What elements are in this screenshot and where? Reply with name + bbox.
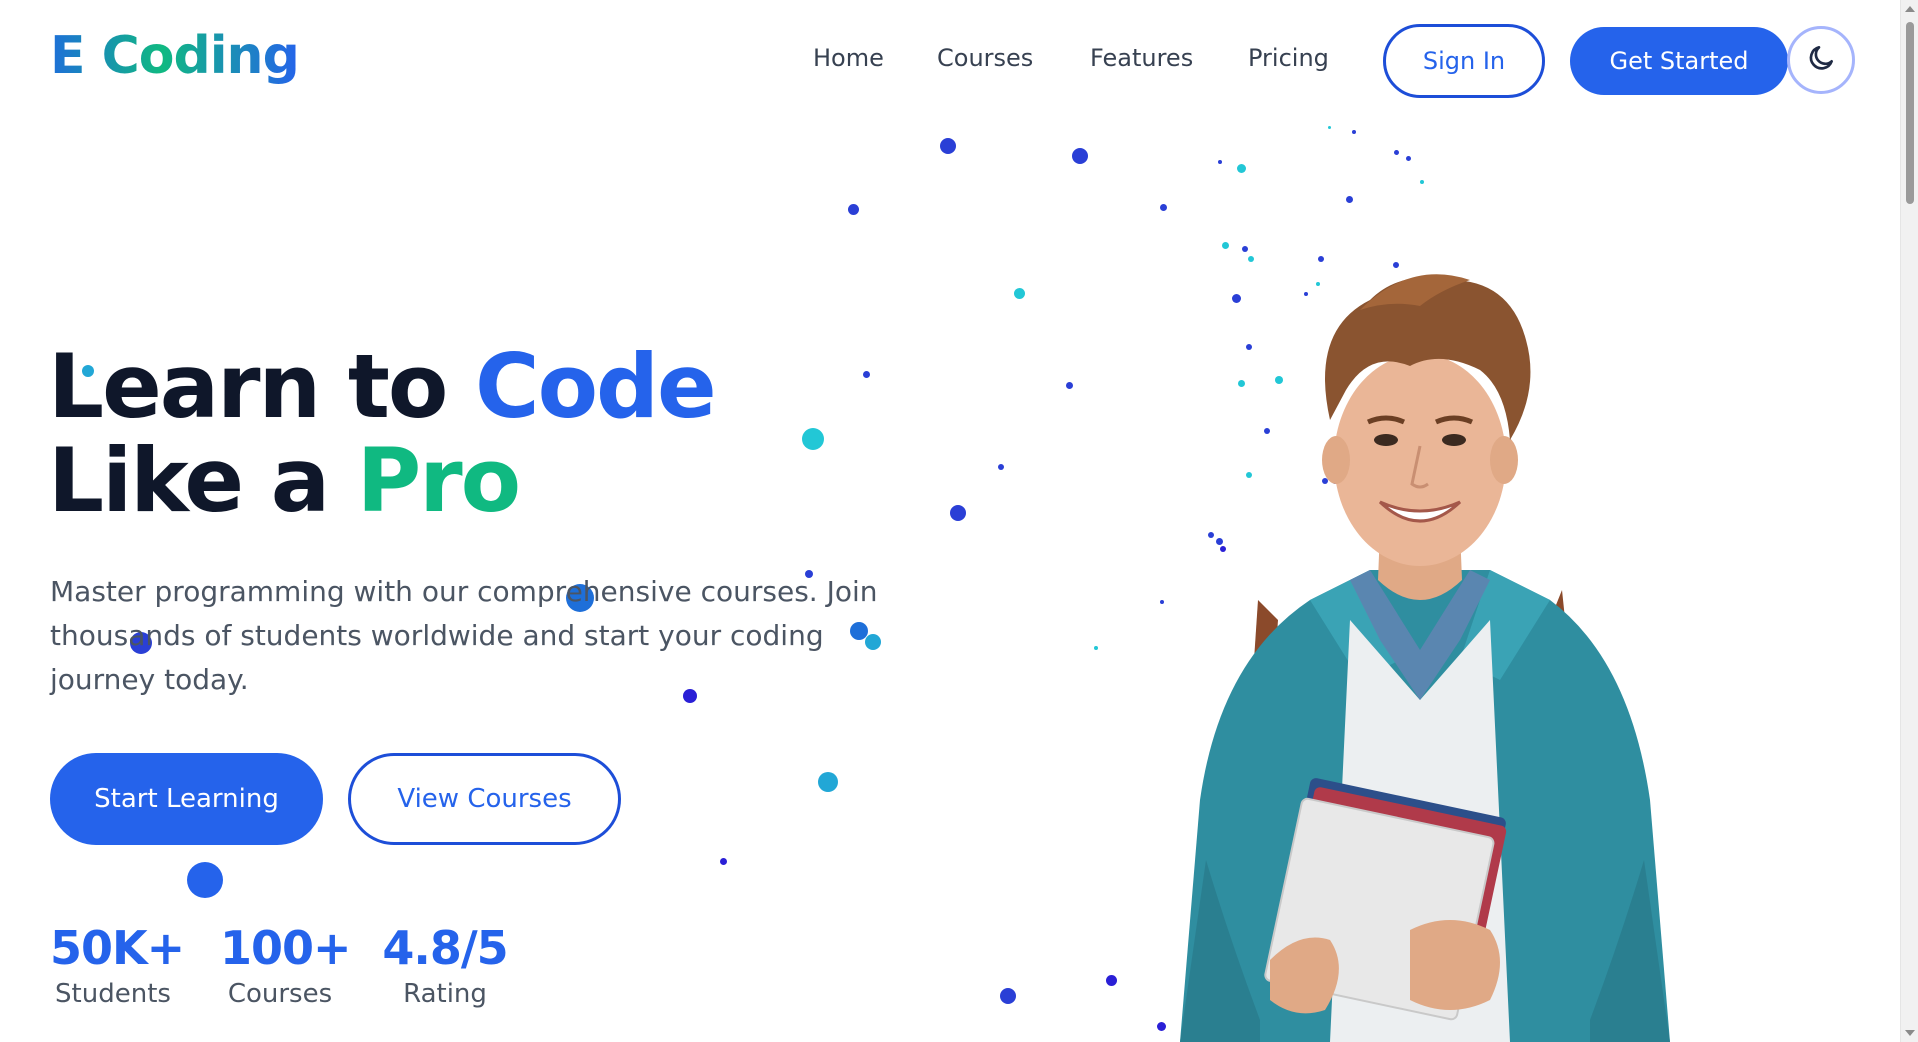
page-scrollbar[interactable] [1900, 0, 1918, 1042]
particle [950, 505, 966, 521]
particle [1352, 130, 1356, 134]
particle [1394, 150, 1399, 155]
nav-link-home[interactable]: Home [813, 44, 884, 72]
student-hero-image [1180, 274, 1670, 1042]
hero-title-highlight-pro: Pro [356, 429, 521, 532]
particle [1014, 288, 1025, 299]
hero-title: Learn to Code Like a Pro [48, 340, 717, 528]
particle [998, 464, 1004, 470]
theme-toggle-button[interactable] [1787, 26, 1855, 94]
nav-link-courses[interactable]: Courses [937, 44, 1033, 72]
start-learning-button[interactable]: Start Learning [50, 753, 323, 845]
particle [848, 204, 859, 215]
stat-label: Students [55, 979, 171, 1009]
particle [1406, 156, 1411, 161]
stat-value: 50K+ [50, 921, 185, 975]
get-started-label: Get Started [1609, 47, 1749, 75]
start-learning-label: Start Learning [94, 784, 279, 814]
particle [187, 862, 223, 898]
particle [1066, 382, 1073, 389]
hero-title-part: Like a [48, 429, 357, 532]
particle [818, 772, 838, 792]
particle [802, 428, 824, 450]
stat-value: 100+ [220, 921, 352, 975]
particle [1160, 204, 1167, 211]
moon-icon [1805, 42, 1837, 78]
particle [1346, 196, 1353, 203]
hero-title-part: Learn to [48, 335, 475, 438]
stat-value: 4.8/5 [382, 921, 508, 975]
hero-description: Master programming with our comprehensiv… [50, 575, 878, 696]
view-courses-label: View Courses [397, 784, 572, 814]
nav-link-pricing[interactable]: Pricing [1248, 44, 1329, 72]
stat-students: 50K+ Students [50, 920, 185, 1012]
particle [1328, 126, 1331, 129]
particle [720, 858, 727, 865]
particle [1000, 988, 1016, 1004]
get-started-button[interactable]: Get Started [1570, 27, 1788, 95]
particle [940, 138, 956, 154]
particle [1072, 148, 1088, 164]
stat-courses: 100+ Courses [220, 920, 352, 1012]
sign-in-label: Sign In [1422, 47, 1506, 75]
particle [1094, 646, 1098, 650]
particle [863, 371, 870, 378]
particle [1420, 180, 1424, 184]
scroll-up-icon[interactable] [1905, 6, 1915, 12]
sign-in-button[interactable]: Sign In [1383, 24, 1545, 98]
stat-label: Courses [227, 979, 333, 1009]
scrollbar-thumb[interactable] [1906, 22, 1914, 204]
site-header: E Coding Home Courses Features Pricing S… [0, 0, 1900, 122]
particle [1218, 160, 1222, 164]
landing-page: E Coding Home Courses Features Pricing S… [0, 0, 1900, 1042]
scroll-down-icon[interactable] [1905, 1030, 1915, 1036]
view-courses-button[interactable]: View Courses [348, 753, 621, 845]
stat-label: Rating [403, 979, 487, 1009]
nav-link-features[interactable]: Features [1090, 44, 1193, 72]
hero-title-highlight-code: Code [474, 335, 717, 438]
particle [1237, 164, 1246, 173]
stat-rating: 4.8/5 Rating [378, 920, 512, 1012]
brand-logo[interactable]: E Coding [50, 26, 300, 86]
